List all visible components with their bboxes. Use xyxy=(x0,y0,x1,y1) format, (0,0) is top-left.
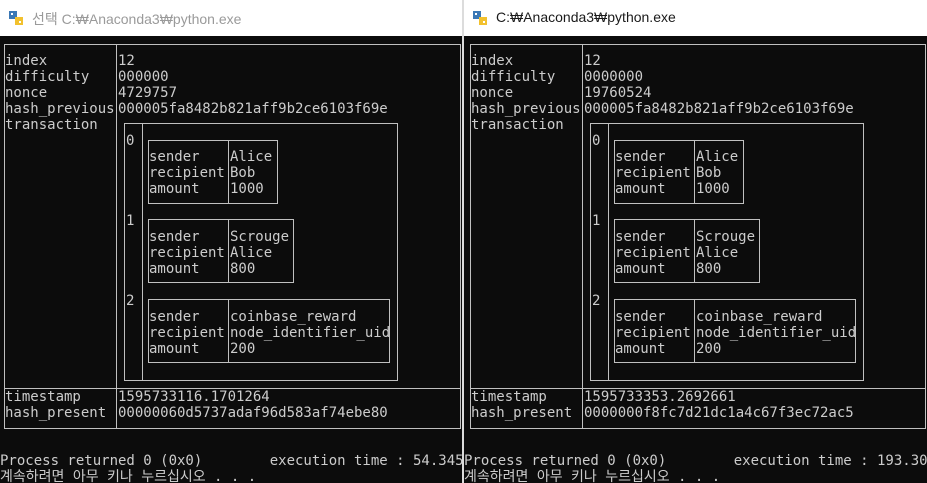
label-nonce: nonce xyxy=(5,85,48,101)
value-hash-present: 00000060d5737adaf96d583af74ebe80 xyxy=(118,405,388,421)
python-app-icon xyxy=(9,11,23,25)
field-sender: sender xyxy=(615,149,666,165)
python-app-icon xyxy=(473,11,487,25)
label-timestamp: timestamp xyxy=(471,389,547,405)
field-recipient: recipient xyxy=(615,165,691,181)
value-difficulty: 000000 xyxy=(118,69,169,85)
value-amount: 800 xyxy=(696,261,722,277)
value-sender: coinbase_reward xyxy=(696,309,823,325)
value-recipient: node_identifier_uid xyxy=(230,325,391,341)
value-index: 12 xyxy=(584,53,601,69)
value-amount: 800 xyxy=(230,261,256,277)
label-nonce: nonce xyxy=(471,85,514,101)
label-hash-previous: hash_previous xyxy=(5,101,115,117)
value-amount: 1000 xyxy=(696,181,730,197)
transaction-index: 2 xyxy=(592,293,601,309)
value-sender: Alice xyxy=(696,149,739,165)
value-hash-previous: 000005fa8482b821aff9b2ce6103f69e xyxy=(584,101,854,117)
title-bar[interactable]: C:₩Anaconda3₩python.exe xyxy=(464,0,927,36)
field-sender: sender xyxy=(149,309,200,325)
title-bar[interactable]: 선택 C:₩Anaconda3₩python.exe xyxy=(0,0,462,36)
label-timestamp: timestamp xyxy=(5,389,81,405)
press-any-key-prompt: 계속하려면 아무 키나 누르십시오 . . . xyxy=(464,469,721,483)
value-recipient: Bob xyxy=(230,165,256,181)
field-recipient: recipient xyxy=(149,245,225,261)
field-recipient: recipient xyxy=(149,165,225,181)
transaction-index-divider xyxy=(608,123,609,381)
label-hash-present: hash_present xyxy=(471,405,573,421)
value-recipient: Alice xyxy=(696,245,739,261)
transaction-index: 1 xyxy=(592,213,601,229)
value-amount: 1000 xyxy=(230,181,264,197)
column-divider xyxy=(228,140,229,204)
transaction-index: 0 xyxy=(592,133,601,149)
field-amount: amount xyxy=(615,181,666,197)
transaction-index: 2 xyxy=(126,293,135,309)
press-any-key-prompt: 계속하려면 아무 키나 누르십시오 . . . xyxy=(0,469,257,483)
field-recipient: recipient xyxy=(149,325,225,341)
transaction-index-divider xyxy=(142,123,143,381)
value-difficulty: 0000000 xyxy=(584,69,644,85)
value-sender: Scrouge xyxy=(230,229,290,245)
label-index: index xyxy=(471,53,514,69)
column-divider xyxy=(228,299,229,363)
console-window-right[interactable]: C:₩Anaconda3₩python.exe index difficulty… xyxy=(464,0,927,483)
value-timestamp: 1595733353.2692661 xyxy=(584,389,736,405)
column-divider xyxy=(582,44,583,429)
transaction-index: 0 xyxy=(126,133,135,149)
process-status-line: Process returned 0 (0x0) execution time … xyxy=(464,453,927,469)
value-sender: Alice xyxy=(230,149,273,165)
value-nonce: 19760524 xyxy=(584,85,652,101)
transaction-index: 1 xyxy=(126,213,135,229)
console-window-left[interactable]: 선택 C:₩Anaconda3₩python.exe index difficu… xyxy=(0,0,462,483)
label-difficulty: difficulty xyxy=(5,69,90,85)
value-hash-present: 0000000f8fc7d21dc1a4c67f3ec72ac5 xyxy=(584,405,854,421)
value-index: 12 xyxy=(118,53,135,69)
value-amount: 200 xyxy=(696,341,722,357)
field-amount: amount xyxy=(149,261,200,277)
value-amount: 200 xyxy=(230,341,256,357)
value-sender: Scrouge xyxy=(696,229,756,245)
value-recipient: Alice xyxy=(230,245,273,261)
field-sender: sender xyxy=(149,149,200,165)
field-recipient: recipient xyxy=(615,325,691,341)
field-sender: sender xyxy=(149,229,200,245)
field-amount: amount xyxy=(149,341,200,357)
column-divider xyxy=(116,44,117,429)
value-hash-previous: 000005fa8482b821aff9b2ce6103f69e xyxy=(118,101,388,117)
field-sender: sender xyxy=(615,229,666,245)
column-divider xyxy=(694,140,695,204)
field-amount: amount xyxy=(149,181,200,197)
value-sender: coinbase_reward xyxy=(230,309,357,325)
label-difficulty: difficulty xyxy=(471,69,556,85)
label-hash-present: hash_present xyxy=(5,405,107,421)
value-recipient: node_identifier_uid xyxy=(696,325,857,341)
label-transaction: transaction xyxy=(471,117,564,133)
column-divider xyxy=(694,219,695,283)
column-divider xyxy=(694,299,695,363)
label-transaction: transaction xyxy=(5,117,98,133)
field-amount: amount xyxy=(615,341,666,357)
value-nonce: 4729757 xyxy=(118,85,178,101)
value-recipient: Bob xyxy=(696,165,722,181)
label-hash-previous: hash_previous xyxy=(471,101,581,117)
column-divider xyxy=(228,219,229,283)
label-index: index xyxy=(5,53,48,69)
window-title: 선택 C:₩Anaconda3₩python.exe xyxy=(32,11,242,27)
field-amount: amount xyxy=(615,261,666,277)
value-timestamp: 1595733116.1701264 xyxy=(118,389,270,405)
field-recipient: recipient xyxy=(615,245,691,261)
field-sender: sender xyxy=(615,309,666,325)
process-status-line: Process returned 0 (0x0) execution time … xyxy=(0,453,462,469)
window-title: C:₩Anaconda3₩python.exe xyxy=(496,9,676,25)
